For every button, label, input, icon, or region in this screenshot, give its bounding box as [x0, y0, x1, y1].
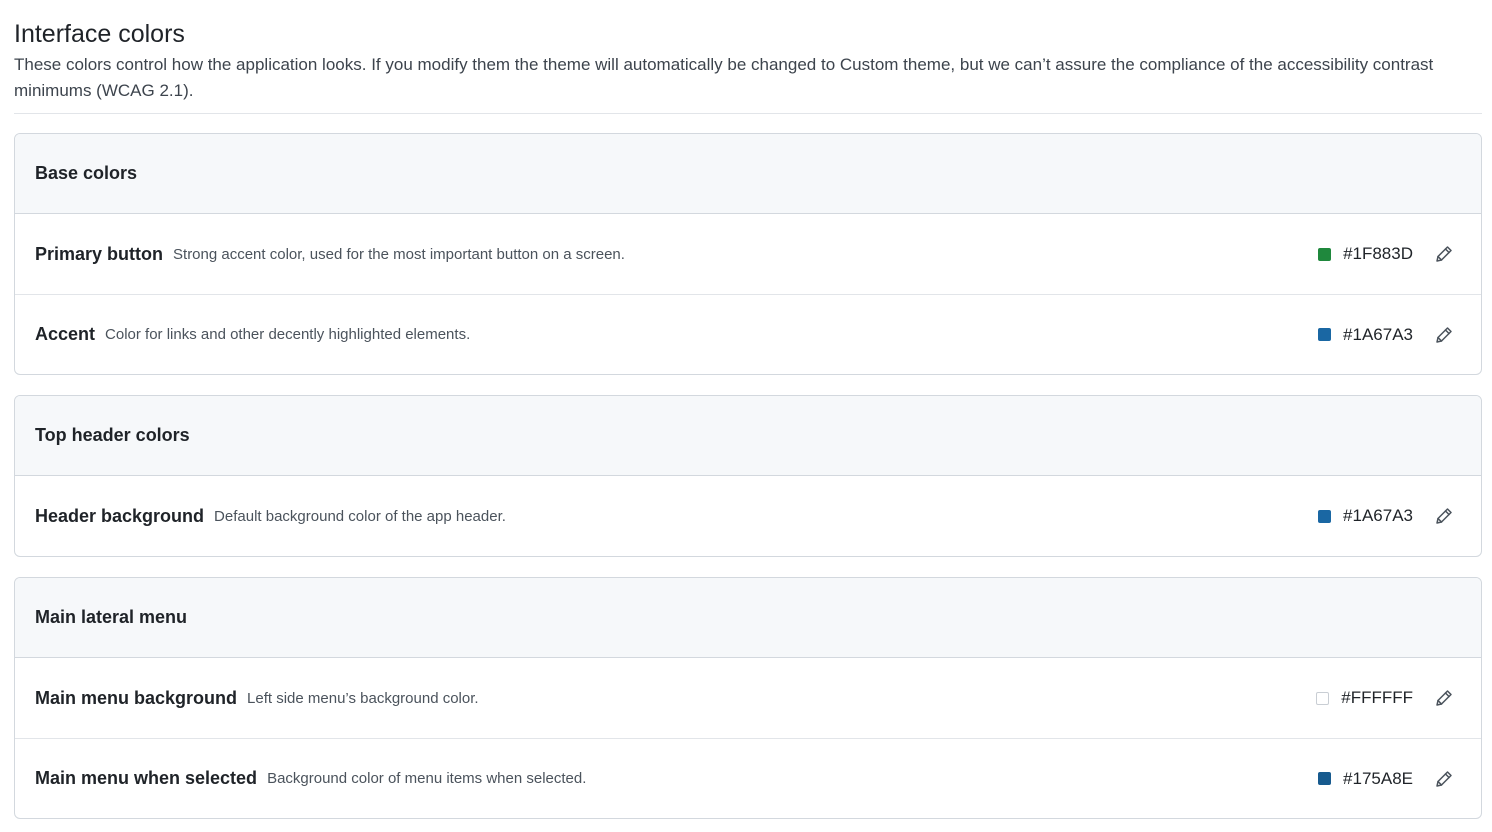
color-value: #1A67A3	[1318, 325, 1413, 345]
color-row-main-menu-selected: Main menu when selected Background color…	[15, 738, 1481, 818]
color-row-main-menu-background: Main menu background Left side menu’s ba…	[15, 658, 1481, 738]
color-swatch	[1318, 509, 1332, 523]
pencil-icon	[1436, 690, 1452, 706]
section-top-header-colors: Top header colors Header background Defa…	[14, 395, 1482, 557]
color-row-description: Left side menu’s background color.	[247, 689, 479, 707]
color-value: #1A67A3	[1318, 506, 1413, 526]
color-row-name: Main menu background	[35, 687, 238, 708]
color-row-header-background: Header background Default background col…	[15, 476, 1481, 556]
section-title: Top header colors	[15, 396, 1481, 476]
interface-colors-page: Interface colors These colors control ho…	[0, 0, 1492, 832]
color-swatch	[1316, 691, 1330, 705]
section-title: Main lateral menu	[15, 578, 1481, 658]
edit-accent-color-button[interactable]	[1433, 324, 1455, 346]
hex-value: #1A67A3	[1343, 506, 1413, 525]
section-base-colors: Base colors Primary button Strong accent…	[14, 133, 1482, 375]
hex-value: #1A67A3	[1343, 324, 1413, 344]
color-row-description: Default background color of the app head…	[214, 507, 506, 525]
edit-main-menu-background-color-button[interactable]	[1433, 687, 1455, 709]
color-value: #FFFFFF	[1316, 688, 1413, 708]
color-value: #1F883D	[1318, 244, 1413, 264]
page-title: Interface colors	[14, 20, 185, 48]
pencil-icon	[1436, 326, 1452, 343]
hex-value: #1F883D	[1343, 244, 1413, 263]
color-row-accent: Accent Color for links and other decentl…	[15, 294, 1481, 374]
color-row-description: Color for links and other decently highl…	[105, 326, 471, 343]
pencil-icon	[1436, 770, 1452, 787]
color-row-name: Accent	[35, 324, 96, 344]
edit-header-background-color-button[interactable]	[1433, 505, 1455, 527]
color-row-description: Background color of menu items when sele…	[267, 770, 587, 787]
edit-primary-button-color-button[interactable]	[1433, 243, 1455, 265]
hex-value: #175A8E	[1343, 768, 1413, 788]
color-row-primary-button: Primary button Strong accent color, used…	[15, 214, 1481, 294]
color-row-description: Strong accent color, used for the most i…	[173, 245, 625, 263]
page-description: These colors control how the application…	[14, 52, 1482, 114]
color-swatch	[1318, 328, 1332, 341]
hex-value: #FFFFFF	[1341, 688, 1413, 707]
color-value: #175A8E	[1318, 769, 1413, 789]
color-row-name: Header background	[35, 505, 205, 526]
section-main-lateral-menu: Main lateral menu Main menu background L…	[14, 577, 1482, 819]
pencil-icon	[1436, 508, 1452, 524]
section-title: Base colors	[15, 134, 1481, 214]
color-row-name: Primary button	[35, 243, 164, 264]
pencil-icon	[1436, 246, 1452, 262]
color-swatch	[1318, 247, 1332, 261]
edit-main-menu-selected-color-button[interactable]	[1433, 768, 1455, 790]
color-row-name: Main menu when selected	[35, 768, 258, 788]
color-swatch	[1318, 772, 1332, 785]
